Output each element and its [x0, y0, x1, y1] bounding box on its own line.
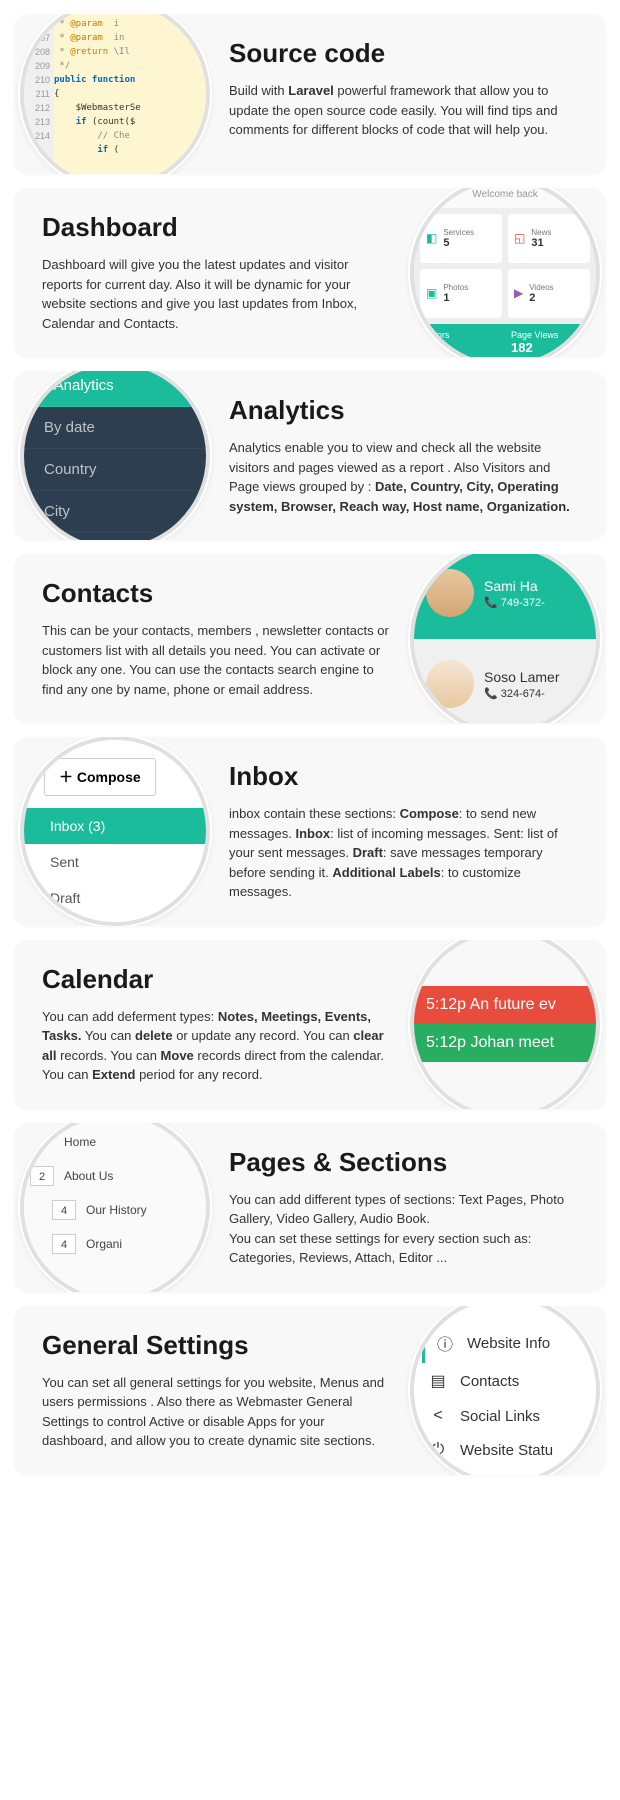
avatar — [426, 660, 474, 708]
photos-icon: ▣ — [426, 286, 437, 300]
page-tree-item[interactable]: 4Our History — [52, 1200, 200, 1220]
analytics-title: Analytics — [229, 395, 578, 426]
pages-title: Pages & Sections — [229, 1147, 578, 1178]
contacts-icon: ▤ — [428, 1371, 448, 1391]
dashboard-welcome: Welcome back — [414, 188, 596, 208]
source-title: Source code — [229, 38, 578, 69]
avatar — [426, 569, 474, 617]
analytics-nav-item[interactable]: ⫴ Analytics — [24, 371, 206, 407]
feature-contacts: Contacts This can be your contacts, memb… — [14, 554, 606, 723]
feature-pages: Home 2About Us 4Our History 4Organi Page… — [14, 1123, 606, 1292]
feature-inbox: ＋ Compose Inbox (3) Sent Draft Inbox inb… — [14, 737, 606, 926]
videos-icon: ▶ — [514, 286, 523, 300]
source-body: Build with Laravel powerful framework th… — [229, 81, 578, 140]
page-tree-item[interactable]: Home — [30, 1132, 200, 1152]
inbox-preview: ＋ Compose Inbox (3) Sent Draft — [20, 737, 210, 926]
analytics-nav-item[interactable]: City — [24, 491, 206, 533]
power-icon: ⏻ — [428, 1441, 448, 1459]
inbox-title: Inbox — [229, 761, 578, 792]
feature-calendar: Calendar You can add deferment types: No… — [14, 940, 606, 1109]
pages-preview: Home 2About Us 4Our History 4Organi — [20, 1123, 210, 1292]
dashboard-title: Dashboard — [42, 212, 391, 243]
news-icon: ◱ — [514, 231, 525, 245]
pages-body: You can add different types of sections:… — [229, 1190, 578, 1268]
feature-dashboard: Dashboard Dashboard will give you the la… — [14, 188, 606, 357]
analytics-nav-item[interactable]: By date — [24, 407, 206, 449]
feature-settings: General Settings You can set all general… — [14, 1306, 606, 1475]
calendar-title: Calendar — [42, 964, 391, 995]
phone-icon: 📞 — [484, 597, 501, 609]
dashboard-stat: ◱News31 — [508, 214, 590, 263]
phone-icon: 📞 — [484, 688, 501, 700]
calendar-preview: 5:12p An future ev 5:12p Johan meet — [410, 940, 600, 1109]
analytics-icon: ⫴ — [44, 377, 54, 394]
page-tree-item[interactable]: 2About Us — [30, 1166, 200, 1186]
sent-folder[interactable]: Sent — [24, 844, 206, 880]
settings-nav-item[interactable]: ⏻Website Statu — [422, 1433, 588, 1467]
dashboard-body: Dashboard will give you the latest updat… — [42, 255, 391, 333]
contacts-body: This can be your contacts, members , new… — [42, 621, 391, 699]
inbox-folder[interactable]: Inbox (3) — [24, 808, 206, 844]
share-icon: < — [428, 1407, 448, 1425]
code-body: * Sh… * @param i * @param in * @return \… — [54, 14, 206, 174]
analytics-body: Analytics enable you to view and check a… — [229, 438, 578, 516]
services-icon: ◧ — [426, 231, 437, 245]
dashboard-preview: Welcome back ◧Services5 ◱News31 ▣Photos1… — [410, 188, 600, 357]
page-tree-item[interactable]: 4Organi — [52, 1234, 200, 1254]
calendar-event[interactable]: 5:12p Johan meet — [414, 1024, 596, 1062]
draft-folder[interactable]: Draft — [24, 880, 206, 916]
compose-button[interactable]: ＋ Compose — [44, 758, 156, 796]
settings-nav-item[interactable]: ▤Contacts — [422, 1363, 588, 1399]
dashboard-stat: ▣Photos1 — [420, 269, 502, 318]
analytics-nav-item[interactable]: Country — [24, 449, 206, 491]
feature-source-code: 205 206 207 208 209 210 211 212 213 214 … — [14, 14, 606, 174]
dashboard-stat: ◧Services5 — [420, 214, 502, 263]
settings-nav-item[interactable]: ⓘWebsite Info — [422, 1323, 588, 1363]
code-gutter: 205 206 207 208 209 210 211 212 213 214 — [24, 14, 54, 174]
contact-row[interactable]: Sami Ha📞 749-372- — [414, 554, 596, 639]
contacts-preview: Sami Ha📞 749-372- Soso Lamer📞 324-674- — [410, 554, 600, 723]
calendar-body: You can add deferment types: Notes, Meet… — [42, 1007, 391, 1085]
pageviews-stat: Page Views182 — [505, 324, 596, 358]
analytics-preview: ⫴ Analytics By date Country City — [20, 371, 210, 540]
contacts-title: Contacts — [42, 578, 391, 609]
settings-nav-item[interactable]: <Social Links — [422, 1399, 588, 1433]
settings-preview: ⓘWebsite Info ▤Contacts <Social Links ⏻W… — [410, 1306, 600, 1475]
inbox-body: inbox contain these sections: Compose: t… — [229, 804, 578, 902]
calendar-event[interactable]: 5:12p An future ev — [414, 986, 596, 1024]
visitors-stat: Visitors96 — [414, 324, 505, 358]
settings-body: You can set all general settings for you… — [42, 1373, 391, 1451]
dashboard-stat: ▶Videos2 — [508, 269, 590, 318]
contact-row[interactable]: Soso Lamer📞 324-674- — [414, 639, 596, 724]
settings-title: General Settings — [42, 1330, 391, 1361]
info-icon: ⓘ — [435, 1331, 455, 1355]
feature-analytics: ⫴ Analytics By date Country City Analyti… — [14, 371, 606, 540]
source-code-preview: 205 206 207 208 209 210 211 212 213 214 … — [20, 14, 210, 174]
